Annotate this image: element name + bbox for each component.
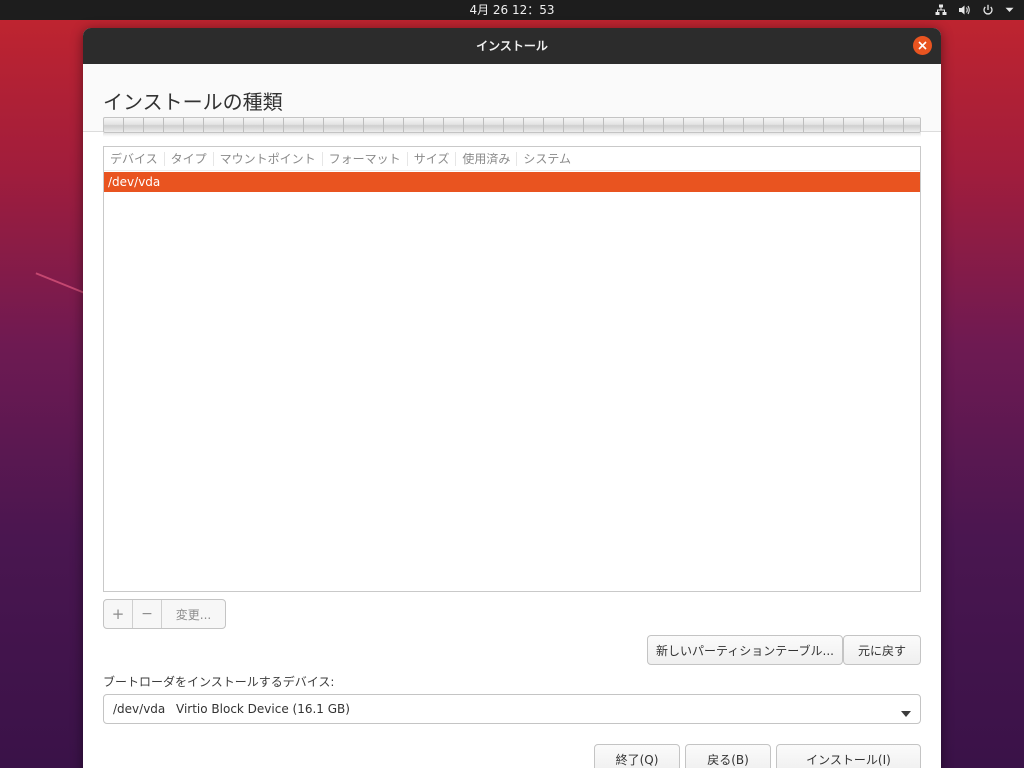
revert-button[interactable]: 元に戻す bbox=[843, 635, 921, 665]
install-now-button[interactable]: インストール(I) bbox=[776, 744, 921, 768]
column-header-mount-point[interactable]: マウントポイント bbox=[214, 151, 323, 166]
revert-button-label: 元に戻す bbox=[857, 643, 906, 658]
bootloader-selected-desc: Virtio Block Device (16.1 GB) bbox=[176, 702, 350, 716]
bootloader-selected-device: /dev/vda bbox=[113, 702, 166, 716]
column-header-type[interactable]: タイプ bbox=[165, 151, 214, 166]
new-partition-table-button[interactable]: 新しいパーティションテーブル... bbox=[647, 635, 843, 665]
table-row[interactable]: /dev/vda bbox=[104, 172, 920, 192]
column-header-device[interactable]: デバイス bbox=[104, 151, 165, 166]
plus-icon: + bbox=[111, 605, 125, 623]
column-header-format[interactable]: フォーマット bbox=[323, 151, 408, 166]
close-icon bbox=[918, 41, 927, 50]
back-button[interactable]: 戻る(B) bbox=[685, 744, 771, 768]
column-header-size[interactable]: サイズ bbox=[408, 151, 457, 166]
remove-partition-button[interactable]: − bbox=[133, 600, 162, 628]
disk-usage-bar-shadow bbox=[103, 133, 921, 137]
partition-edit-group: + − 変更... bbox=[103, 599, 226, 629]
change-partition-button[interactable]: 変更... bbox=[162, 600, 225, 628]
disk-usage-bar bbox=[103, 117, 921, 133]
clock[interactable]: 4月 26 12：53 bbox=[0, 0, 1024, 20]
add-partition-button[interactable]: + bbox=[104, 600, 133, 628]
top-panel: 4月 26 12：53 bbox=[0, 0, 1024, 20]
minus-icon: − bbox=[141, 606, 153, 622]
network-icon[interactable] bbox=[935, 4, 947, 16]
power-icon[interactable] bbox=[982, 4, 994, 16]
partition-table[interactable]: デバイス タイプ マウントポイント フォーマット サイズ 使用済み システム /… bbox=[103, 146, 921, 592]
system-tray[interactable] bbox=[935, 0, 1014, 20]
install-now-button-label: インストール(I) bbox=[806, 752, 891, 767]
page-title: インストールの種類 bbox=[103, 90, 283, 114]
bootloader-device-select[interactable]: /dev/vda Virtio Block Device (16.1 GB) bbox=[103, 694, 921, 724]
change-button-label: 変更... bbox=[175, 607, 212, 622]
quit-button[interactable]: 終了(Q) bbox=[594, 744, 680, 768]
back-button-label: 戻る(B) bbox=[707, 752, 749, 767]
chevron-down-icon[interactable] bbox=[1005, 7, 1014, 13]
close-button[interactable] bbox=[913, 36, 932, 55]
new-partition-table-label: 新しいパーティションテーブル... bbox=[655, 643, 834, 658]
window-title: インストール bbox=[476, 39, 548, 53]
row-device: /dev/vda bbox=[108, 175, 161, 189]
quit-button-label: 終了(Q) bbox=[615, 752, 659, 767]
column-header-system[interactable]: システム bbox=[517, 152, 577, 166]
dropdown-arrow-icon bbox=[901, 706, 911, 720]
volume-icon[interactable] bbox=[958, 4, 971, 16]
column-header-used[interactable]: 使用済み bbox=[456, 151, 518, 166]
partition-table-header: デバイス タイプ マウントポイント フォーマット サイズ 使用済み システム bbox=[104, 147, 920, 171]
installer-window: インストール インストールの種類 デバイス タイプ マウントポイント フォーマッ… bbox=[83, 28, 941, 768]
wallpaper-streak bbox=[35, 272, 85, 294]
window-titlebar[interactable]: インストール bbox=[83, 28, 941, 64]
bootloader-device-label: ブートローダをインストールするデバイス: bbox=[103, 675, 335, 689]
